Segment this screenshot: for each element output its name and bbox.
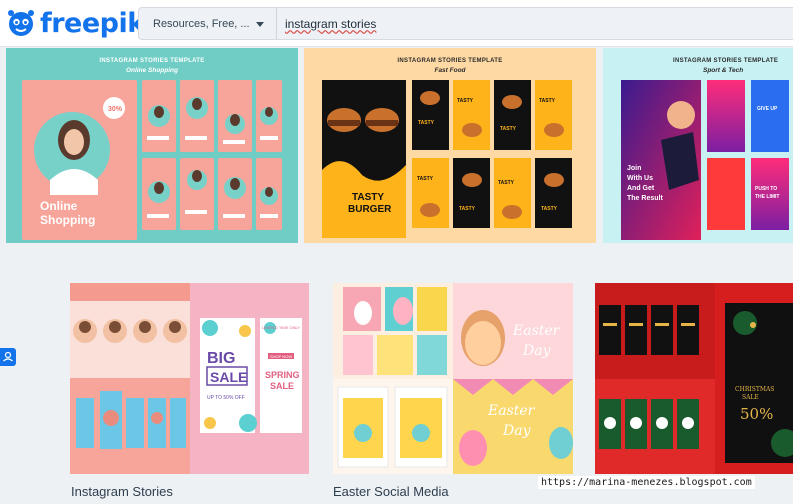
svg-text:And Get: And Get	[627, 185, 655, 192]
svg-text:Online: Online	[40, 199, 78, 213]
svg-text:THE LIMIT: THE LIMIT	[755, 194, 779, 200]
freepik-logo[interactable]: freepik	[6, 6, 145, 40]
svg-text:SALE: SALE	[270, 381, 294, 391]
banner-badge: 30%	[108, 106, 123, 113]
easter-preview: Easter Day Easter Day	[333, 283, 573, 474]
instagram-stories-preview: BIG SALE UP TO 50% OFF LIMITED TIME ONLY…	[70, 283, 309, 474]
svg-text:TASTY: TASTY	[498, 180, 515, 186]
sport-tech-preview: Join With Us And Get The Result GIVE UP P…	[621, 80, 789, 240]
online-shopping-preview: 30% Online Shopping	[22, 80, 282, 240]
svg-text:SALE: SALE	[742, 394, 759, 401]
svg-text:Day: Day	[522, 343, 552, 359]
svg-text:UP TO 50% OFF: UP TO 50% OFF	[207, 395, 245, 401]
svg-text:TASTY: TASTY	[417, 176, 434, 182]
svg-text:BURGER: BURGER	[348, 204, 392, 215]
banner-title: INSTAGRAM STORIES TEMPLATE	[673, 58, 779, 64]
resource-filter-dropdown[interactable]: Resources, Free, ...	[139, 8, 277, 39]
freepik-search-page: freepik Resources, Free, ... instagram s…	[0, 0, 793, 504]
svg-text:TASTY: TASTY	[539, 98, 556, 104]
result-sport-tech[interactable]: INSTAGRAM STORIES TEMPLATE Sport & Tech …	[603, 48, 793, 243]
svg-text:SALE: SALE	[210, 369, 247, 385]
svg-text:TASTY: TASTY	[500, 126, 517, 132]
banner-title: INSTAGRAM STORIES TEMPLATE	[99, 58, 205, 64]
svg-text:TASTY: TASTY	[418, 120, 435, 126]
svg-text:SPRING: SPRING	[265, 370, 300, 380]
svg-text:Day: Day	[502, 423, 532, 439]
svg-text:TASTY: TASTY	[457, 98, 474, 104]
svg-text:The Result: The Result	[627, 195, 663, 202]
search-bar: Resources, Free, ... instagram stories	[138, 7, 793, 40]
svg-text:CHRISTMAS: CHRISTMAS	[735, 386, 774, 393]
result-christmas[interactable]: CHRISTMAS SALE 50%	[595, 283, 793, 474]
top-header: freepik Resources, Free, ... instagram s…	[0, 0, 793, 47]
result-online-shopping[interactable]: INSTAGRAM STORIES TEMPLATE Online Shoppi…	[6, 48, 298, 243]
blog-url-watermark: https://marina-menezes.blogspot.com	[538, 476, 755, 489]
svg-text:TASTY: TASTY	[459, 206, 476, 212]
result-easter-social-media[interactable]: Easter Day Easter Day	[333, 283, 573, 474]
banner-subtitle: Online Shopping	[126, 67, 178, 74]
svg-text:Easter: Easter	[512, 323, 561, 339]
banner-title: INSTAGRAM STORIES TEMPLATE	[397, 58, 503, 64]
svg-text:LIMITED TIME ONLY: LIMITED TIME ONLY	[262, 325, 300, 330]
chevron-down-icon	[256, 22, 264, 27]
svg-text:Easter: Easter	[487, 403, 536, 419]
svg-text:GIVE UP: GIVE UP	[757, 106, 778, 112]
svg-text:50%: 50%	[740, 405, 773, 423]
card-caption[interactable]: Easter Social Media	[333, 484, 449, 499]
fast-food-preview: TASTY BURGER TASTY TASTY TASTY TASTY TASTY T…	[322, 80, 572, 238]
banner-subtitle: Sport & Tech	[703, 67, 744, 74]
svg-text:Join: Join	[627, 165, 641, 172]
card-caption[interactable]: Instagram Stories	[71, 484, 173, 499]
svg-text:With Us: With Us	[627, 175, 653, 182]
user-icon	[3, 351, 13, 362]
freepik-logo-icon	[8, 10, 34, 36]
svg-text:SHOP NOW: SHOP NOW	[270, 354, 292, 359]
svg-text:Shopping: Shopping	[40, 213, 95, 227]
user-feedback-button[interactable]	[0, 348, 16, 366]
christmas-preview: CHRISTMAS SALE 50%	[595, 283, 793, 474]
result-fast-food[interactable]: INSTAGRAM STORIES TEMPLATE Fast Food TAS…	[304, 48, 596, 243]
svg-text:PUSH TO: PUSH TO	[755, 186, 777, 192]
banner-subtitle: Fast Food	[434, 67, 466, 74]
filter-label: Resources, Free, ...	[153, 17, 250, 30]
result-instagram-stories[interactable]: BIG SALE UP TO 50% OFF LIMITED TIME ONLY…	[70, 283, 309, 474]
search-input[interactable]: instagram stories	[285, 17, 376, 31]
big-label: BIG	[207, 350, 235, 367]
logo-text: freepik	[40, 7, 145, 39]
svg-text:TASTY: TASTY	[541, 206, 558, 212]
svg-text:TASTY: TASTY	[352, 192, 384, 203]
